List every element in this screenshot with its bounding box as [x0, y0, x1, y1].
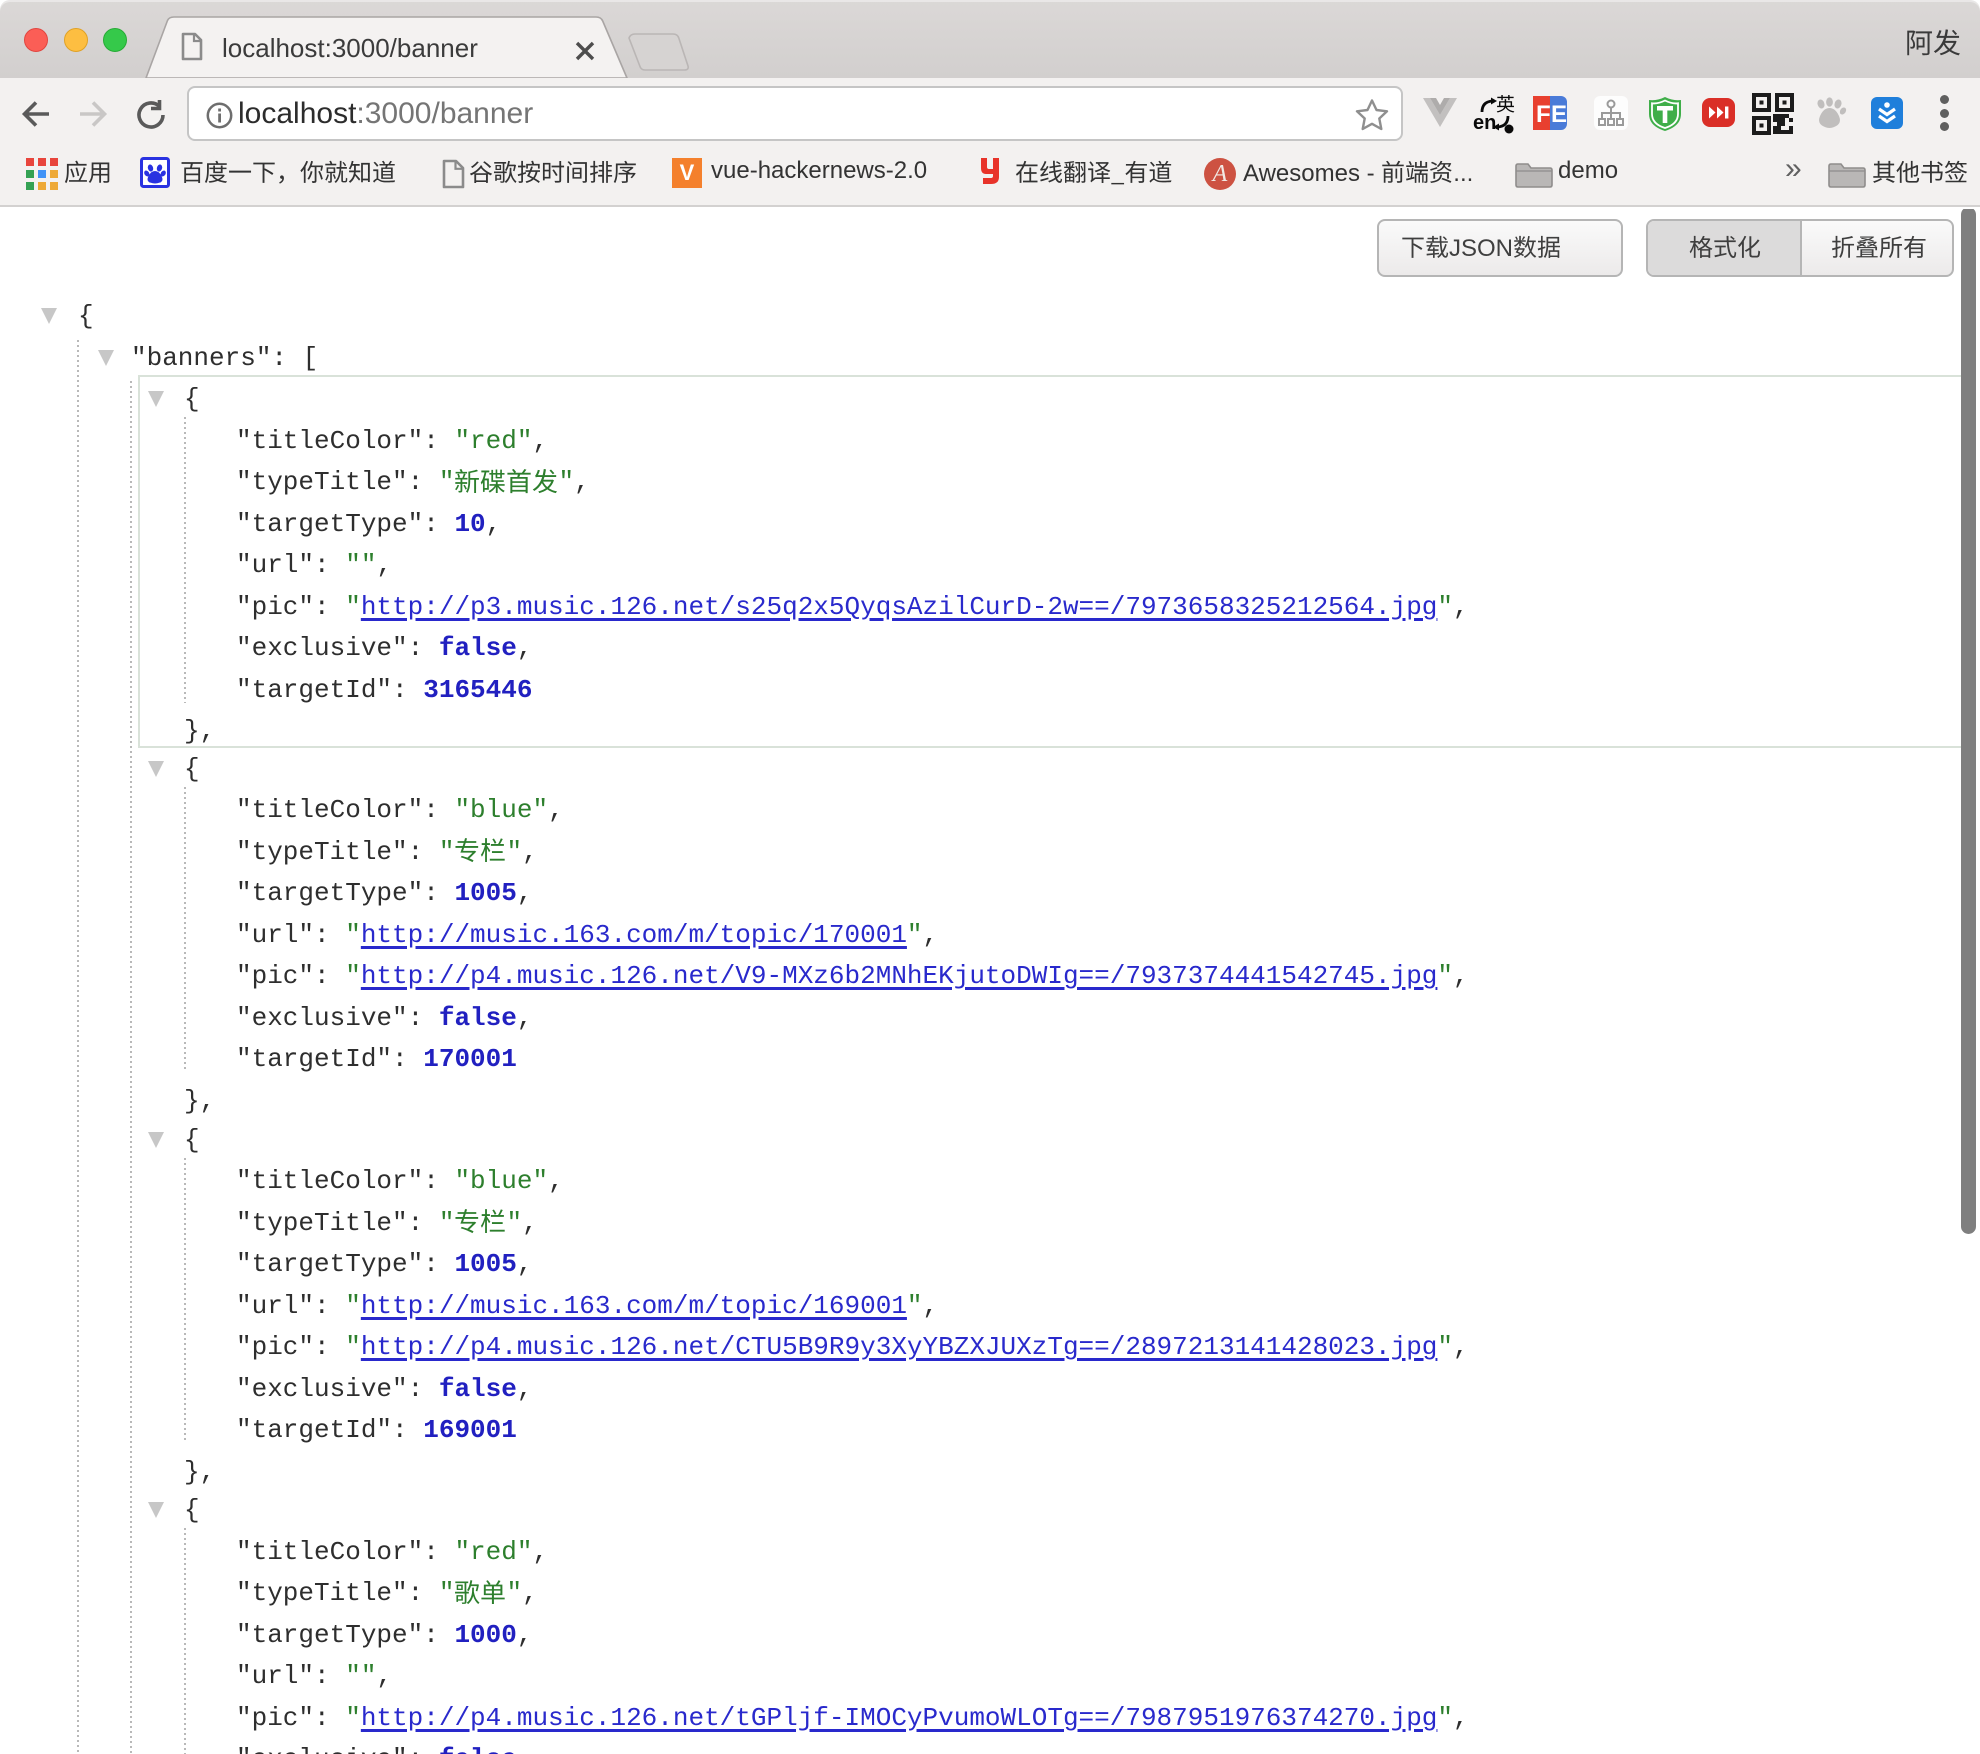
svg-text:F: F [1536, 101, 1551, 128]
svg-text:E: E [1551, 101, 1567, 128]
